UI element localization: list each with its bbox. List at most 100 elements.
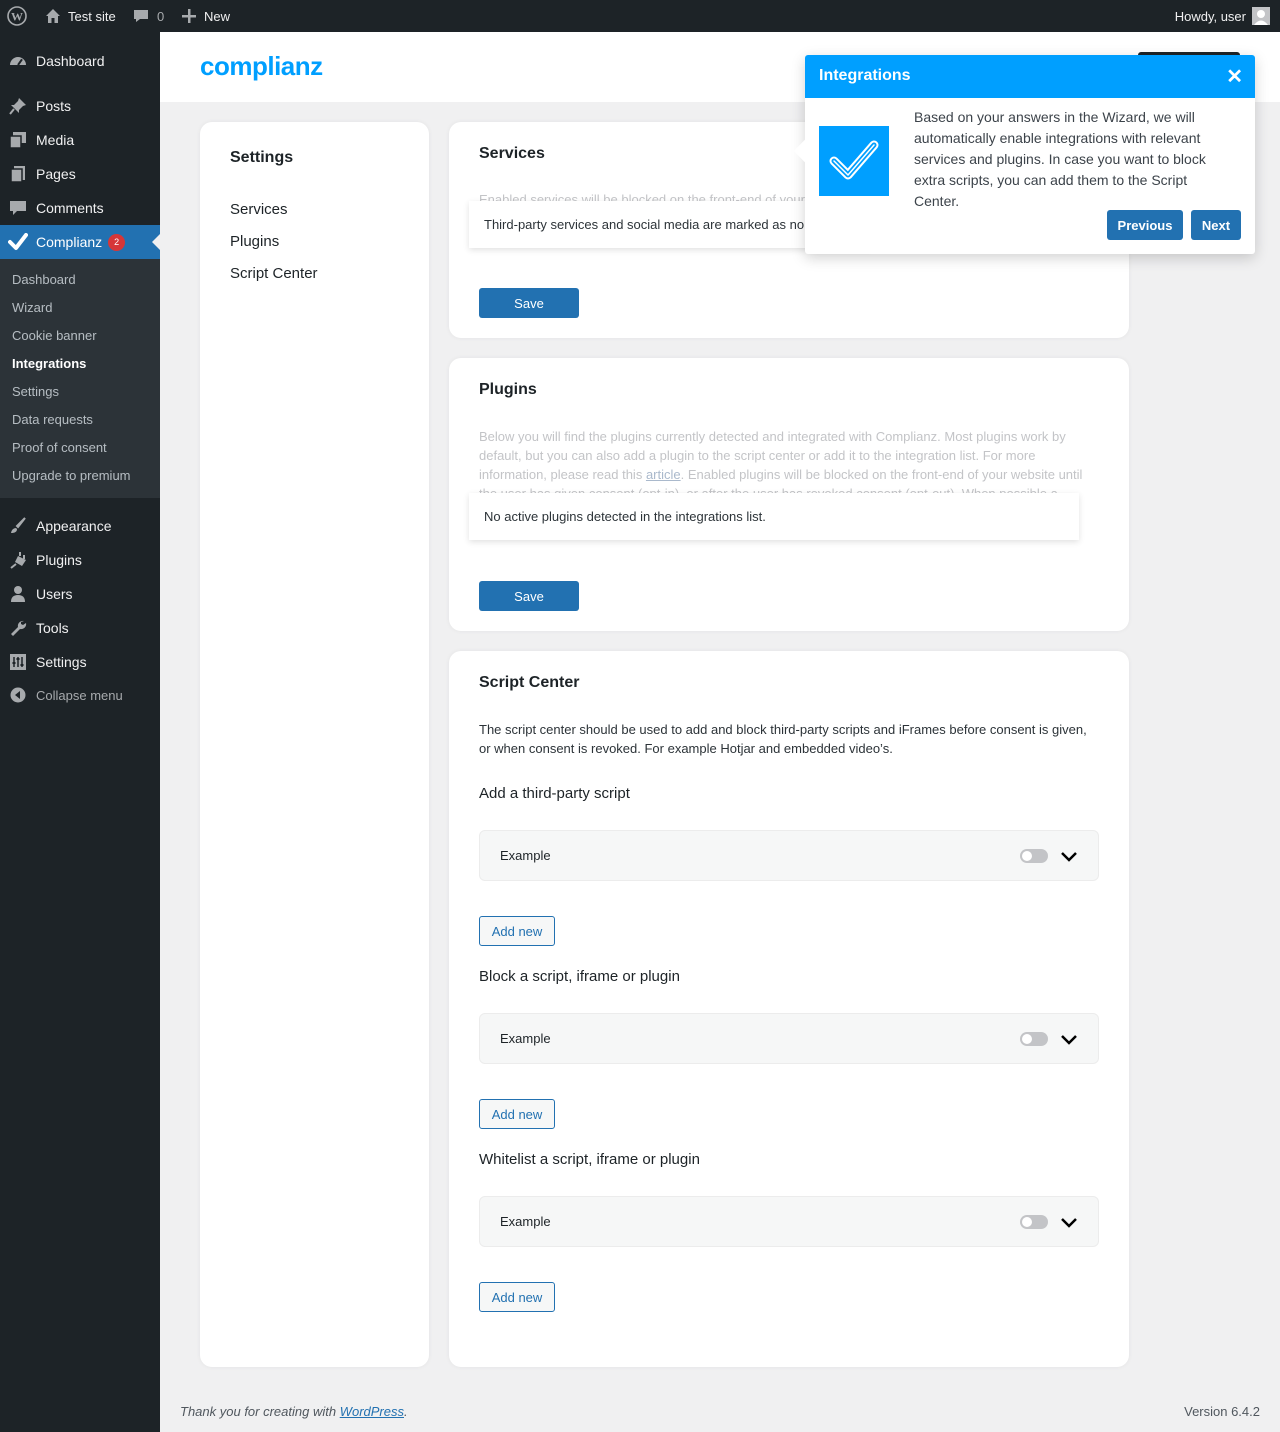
submenu-integrations[interactable]: Integrations: [12, 356, 86, 371]
submenu-wizard[interactable]: Wizard: [12, 300, 52, 315]
brush-icon: [0, 517, 36, 535]
sidebar-item-dashboard[interactable]: Dashboard: [0, 44, 160, 78]
comments-count: 0: [157, 8, 165, 24]
current-menu-arrow: [152, 234, 160, 250]
wordpress-link[interactable]: WordPress: [340, 1404, 404, 1419]
plugins-save-button[interactable]: Save: [479, 581, 579, 611]
submenu-data-requests[interactable]: Data requests: [12, 412, 93, 427]
new-content-link[interactable]: New: [182, 0, 230, 32]
enable-toggle[interactable]: [1020, 849, 1048, 863]
script-center-title: Script Center: [479, 674, 580, 691]
close-icon[interactable]: ✕: [1226, 64, 1243, 89]
services-title: Services: [479, 145, 545, 162]
dashboard-icon: [0, 52, 36, 70]
add-script-add-new-button[interactable]: Add new: [479, 916, 555, 946]
site-name: Test site: [68, 8, 116, 24]
sidebar-item-label: Collapse menu: [36, 687, 123, 703]
sidebar-item-pages[interactable]: Pages: [0, 157, 160, 191]
plugins-notice: No active plugins detected in the integr…: [469, 493, 1079, 540]
enable-toggle[interactable]: [1020, 1215, 1048, 1229]
home-icon: [44, 7, 62, 25]
sidebar-item-label: Settings: [36, 654, 87, 670]
submenu-cookie-banner[interactable]: Cookie banner: [12, 328, 97, 343]
plugins-description: Below you will find the plugins currentl…: [479, 429, 1083, 495]
wordpress-logo-icon[interactable]: W: [7, 0, 27, 32]
tour-popover: Integrations ✕ Based on your answers in …: [793, 55, 1255, 254]
sidebar-item-posts[interactable]: Posts: [0, 89, 160, 123]
settings-nav-card: Settings Services Plugins Script Center: [200, 122, 429, 1367]
services-save-button[interactable]: Save: [479, 288, 579, 318]
sidebar-item-label: Pages: [36, 166, 76, 182]
sidebar-item-tools[interactable]: Tools: [0, 611, 160, 645]
sidebar-item-settings[interactable]: Settings: [0, 645, 160, 679]
comment-icon: [133, 8, 149, 24]
submenu-proof-of-consent[interactable]: Proof of consent: [12, 440, 107, 455]
site-home-link[interactable]: Test site: [44, 0, 116, 32]
wrench-icon: [0, 619, 36, 637]
enable-toggle[interactable]: [1020, 1032, 1048, 1046]
next-button[interactable]: Next: [1191, 210, 1241, 240]
media-icon: [0, 131, 36, 149]
submenu-upgrade-to-premium[interactable]: Upgrade to premium: [12, 468, 131, 483]
sidebar-item-plugins[interactable]: Plugins: [0, 543, 160, 577]
sidebar-item-comments[interactable]: Comments: [0, 191, 160, 225]
comments-link[interactable]: 0: [133, 0, 164, 32]
sidebar-item-label: Appearance: [36, 518, 112, 534]
plug-icon: [0, 551, 36, 569]
sidebar-item-label: Plugins: [36, 552, 82, 568]
whitelist-script-heading: Whitelist a script, iframe or plugin: [479, 1151, 700, 1168]
account-menu[interactable]: Howdy, user: [1175, 0, 1270, 32]
tour-header: Integrations ✕: [805, 55, 1255, 98]
add-script-item[interactable]: Example: [479, 830, 1099, 881]
item-label: Example: [500, 1214, 551, 1229]
item-label: Example: [500, 848, 551, 863]
footer-thanks: Thank you for creating with WordPress.: [180, 1404, 408, 1419]
complianz-check-icon: [819, 126, 889, 196]
sidebar-item-label: Users: [36, 586, 73, 602]
nav-link-plugins[interactable]: Plugins: [230, 233, 279, 250]
previous-button[interactable]: Previous: [1107, 210, 1183, 240]
svg-text:W: W: [11, 10, 23, 24]
sidebar-item-appearance[interactable]: Appearance: [0, 509, 160, 543]
chevron-down-icon[interactable]: [1060, 1031, 1078, 1049]
collapse-menu-button[interactable]: Collapse menu: [0, 678, 160, 712]
admin-sidebar: Dashboard Posts Media Pages Comments Com…: [0, 32, 160, 1432]
avatar: [1252, 7, 1270, 25]
sidebar-item-media[interactable]: Media: [0, 123, 160, 157]
pages-icon: [0, 165, 36, 183]
sidebar-item-label: Posts: [36, 98, 72, 114]
nav-link-services[interactable]: Services: [230, 201, 288, 218]
pin-icon: [0, 97, 36, 115]
plugins-title: Plugins: [479, 381, 537, 398]
notification-badge: 2: [108, 233, 126, 251]
chevron-down-icon[interactable]: [1060, 1214, 1078, 1232]
sliders-icon: [0, 653, 36, 671]
submenu-dashboard[interactable]: Dashboard: [12, 272, 76, 287]
tour-text: Based on your answers in the Wizard, we …: [914, 109, 1206, 209]
whitelist-script-add-new-button[interactable]: Add new: [479, 1282, 555, 1312]
nav-title: Settings: [230, 149, 294, 166]
block-script-heading: Block a script, iframe or plugin: [479, 968, 680, 985]
script-center-card: Script Center The script center should b…: [449, 651, 1129, 1367]
footer-version: Version 6.4.2: [1184, 1404, 1260, 1419]
block-script-add-new-button[interactable]: Add new: [479, 1099, 555, 1129]
whitelist-script-item[interactable]: Example: [479, 1196, 1099, 1247]
comment-icon: [0, 199, 36, 217]
submenu-settings[interactable]: Settings: [12, 384, 59, 399]
new-label: New: [204, 8, 231, 24]
item-label: Example: [500, 1031, 551, 1046]
block-script-item[interactable]: Example: [479, 1013, 1099, 1064]
sidebar-item-label: Tools: [36, 620, 69, 636]
user-icon: [0, 585, 36, 603]
chevron-down-icon[interactable]: [1060, 848, 1078, 866]
plugins-card: Plugins Below you will find the plugins …: [449, 358, 1129, 631]
complianz-submenu: Dashboard Wizard Cookie banner Integrati…: [0, 259, 160, 498]
sidebar-item-label: Complianz: [36, 234, 103, 250]
complianz-logo: complianz: [200, 51, 323, 81]
nav-link-script-center[interactable]: Script Center: [230, 265, 318, 282]
article-link[interactable]: article: [646, 467, 681, 482]
script-center-description: The script center should be used to add …: [479, 722, 1087, 756]
check-icon: [0, 233, 36, 251]
sidebar-item-complianz[interactable]: Complianz 2: [0, 225, 160, 259]
sidebar-item-users[interactable]: Users: [0, 577, 160, 611]
